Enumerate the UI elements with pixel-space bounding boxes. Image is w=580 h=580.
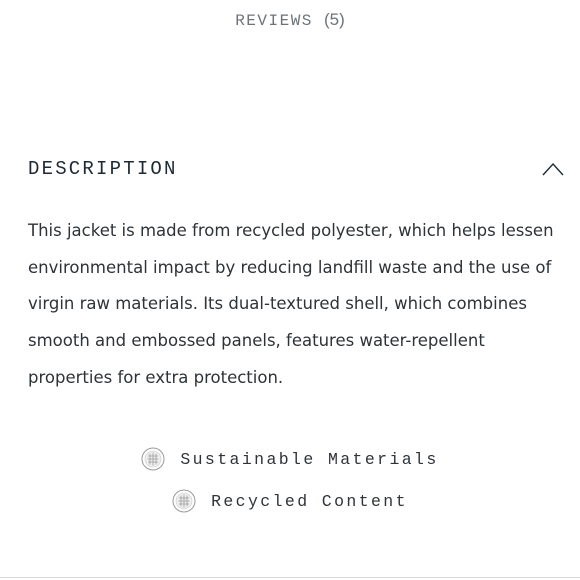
- feature-label: Sustainable Materials: [180, 449, 439, 469]
- reviews-tab[interactable]: REVIEWS (5): [0, 10, 580, 30]
- recycled-badge-icon: [172, 489, 196, 513]
- feature-list: Sustainable Materials Recycled Content: [0, 444, 580, 528]
- divider: [0, 577, 580, 578]
- reviews-label: REVIEWS: [235, 12, 313, 30]
- description-accordion-header[interactable]: DESCRIPTION: [28, 156, 564, 186]
- feature-label: Recycled Content: [211, 491, 408, 511]
- feature-item-sustainable-materials: Sustainable Materials: [0, 444, 580, 474]
- chevron-up-icon[interactable]: [542, 162, 564, 176]
- description-body: This jacket is made from recycled polyes…: [28, 221, 554, 387]
- sustainability-badge-icon: [141, 447, 165, 471]
- description-title: DESCRIPTION: [28, 158, 178, 180]
- reviews-count: (5): [324, 10, 345, 29]
- feature-item-recycled-content: Recycled Content: [0, 486, 580, 516]
